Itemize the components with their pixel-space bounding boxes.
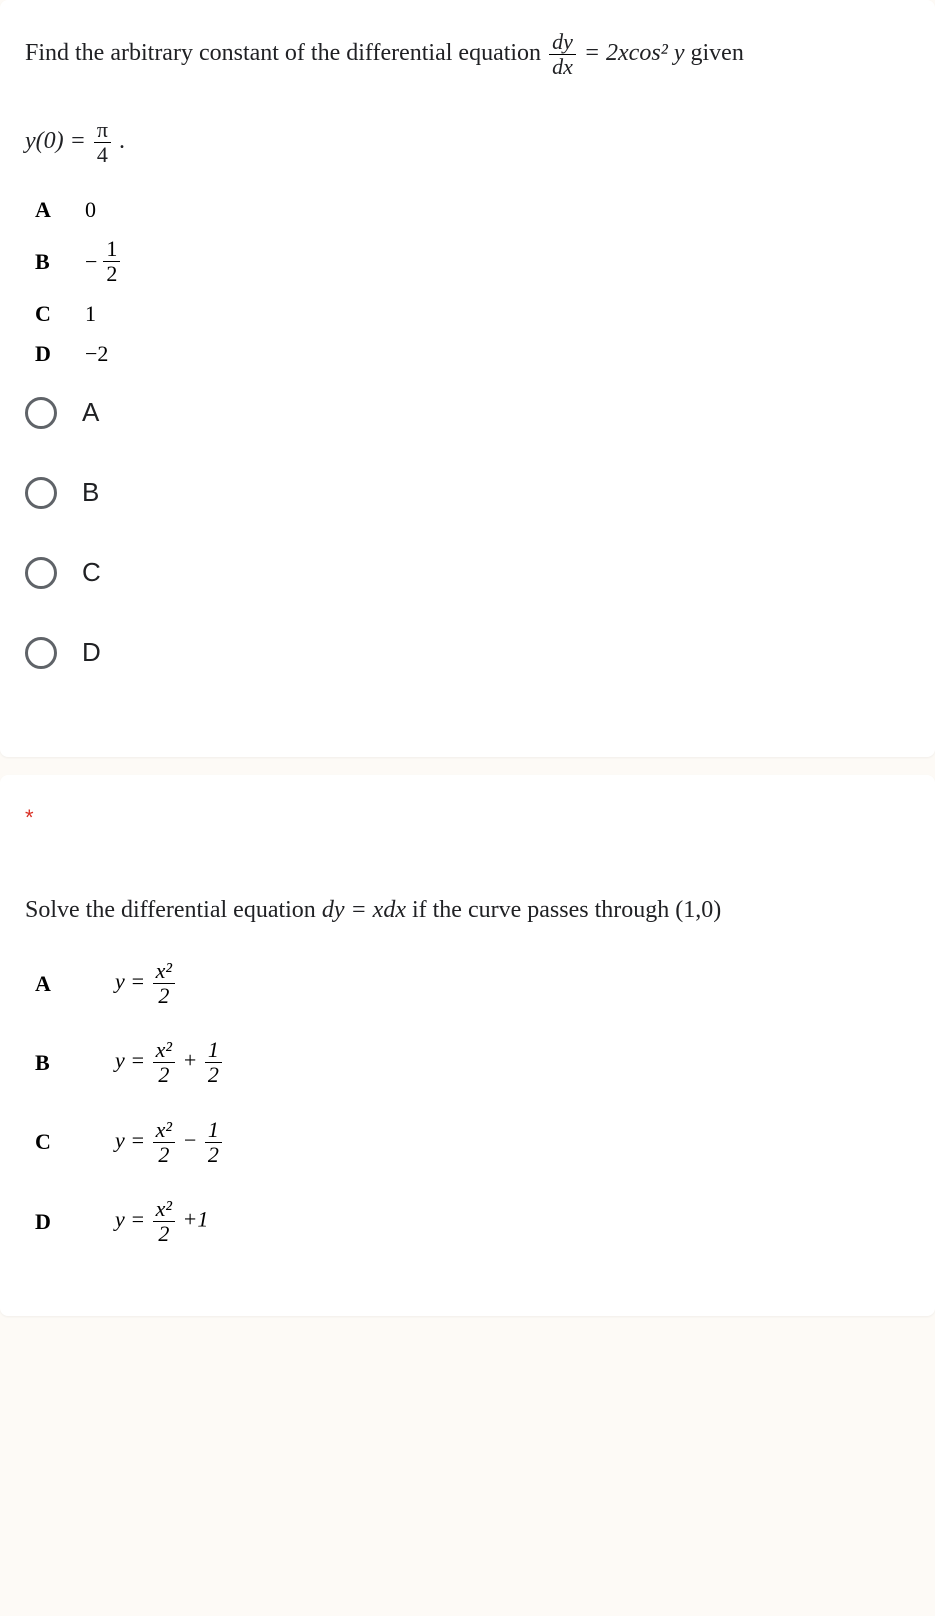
q1-radio-group: A B C D [25,397,910,669]
q2-c-op: − [183,1127,203,1152]
q2-text-1: Solve the differential equation [25,897,322,923]
q2-key-row-a: A y = x² 2 [35,959,910,1008]
q1-key-row-d: D −2 [35,341,910,367]
question-2-prompt: Solve the differential equation dy = xdx… [25,891,910,929]
q2-key-d-letter: D [35,1209,115,1235]
q2-key-b-letter: B [35,1050,115,1076]
q1-key-b-frac: 1 2 [103,237,120,286]
q1-key-d-value: −2 [85,341,108,367]
q1-key-a-letter: A [35,197,85,223]
q1-key-c-letter: C [35,301,85,327]
q2-b-op: + [183,1048,203,1073]
q1-option-a-label: A [82,397,99,428]
question-1-card: Find the arbitrary constant of the diffe… [0,0,935,757]
q2-c-lhs: y = [115,1127,151,1152]
q1-dy: dy [549,30,576,55]
q2-c-frac1: x² 2 [153,1118,175,1167]
q1-frac-dy-dx: dy dx [549,30,576,79]
q1-option-a[interactable]: A [25,397,910,429]
q2-b-frac2: 1 2 [205,1038,222,1087]
q2-key-b-value: y = x² 2 + 1 2 [115,1038,224,1087]
q2-key-c-value: y = x² 2 − 1 2 [115,1118,224,1167]
q1-key-b-letter: B [35,249,85,275]
q1-dx: dx [549,55,576,79]
q1-answer-key: A 0 B − 1 2 C 1 D −2 [35,197,910,366]
q1-option-d-label: D [82,637,101,668]
q1-key-a-value: 0 [85,197,96,223]
q2-key-a-value: y = x² 2 [115,959,177,1008]
q1-key-row-c: C 1 [35,301,910,327]
q1-text-1: Find the arbitrary constant of the diffe… [25,40,547,66]
q2-d-lhs: y = [115,1207,151,1232]
q2-key-row-d: D y = x² 2 +1 [35,1197,910,1246]
q1-dot: . [119,128,125,154]
q1-key-b-num: 1 [103,237,120,262]
q2-c-den2: 2 [205,1143,222,1167]
q2-key-d-value: y = x² 2 +1 [115,1197,208,1246]
q1-option-b-label: B [82,477,99,508]
q2-d-den: 2 [153,1222,175,1246]
q2-d-num: x² [153,1197,175,1222]
q2-b-lhs: y = [115,1048,151,1073]
q1-option-b[interactable]: B [25,477,910,509]
radio-circle-icon [25,637,57,669]
q1-key-b-value: − 1 2 [85,237,122,286]
q2-b-den2: 2 [205,1063,222,1087]
q1-rhs: = 2xcos² y [584,40,685,66]
q2-equation: dy = xdx [322,897,406,923]
q1-key-b-den: 2 [103,262,120,286]
q2-key-row-c: C y = x² 2 − 1 2 [35,1118,910,1167]
q1-key-d-letter: D [35,341,85,367]
q2-d-suffix: +1 [183,1207,209,1232]
q1-key-row-a: A 0 [35,197,910,223]
q2-point: (1,0) [675,897,721,923]
radio-circle-icon [25,477,57,509]
q2-b-den1: 2 [153,1063,175,1087]
q1-option-d[interactable]: D [25,637,910,669]
q2-c-num2: 1 [205,1118,222,1143]
q2-a-num: x² [153,959,175,984]
q1-key-b-neg: − [85,249,97,275]
q2-c-den1: 2 [153,1143,175,1167]
q2-answer-key: A y = x² 2 B y = x² 2 + 1 2 [35,959,910,1247]
q1-key-c-value: 1 [85,301,96,327]
question-1-prompt: Find the arbitrary constant of the diffe… [25,30,910,167]
q1-pi: π [94,118,111,143]
q2-key-row-b: B y = x² 2 + 1 2 [35,1038,910,1087]
q2-c-num1: x² [153,1118,175,1143]
q1-rhs-text: = 2xcos² y [584,40,685,66]
radio-circle-icon [25,397,57,429]
q2-c-frac2: 1 2 [205,1118,222,1167]
required-star: * [25,805,910,831]
q1-init-left: y(0) = [25,128,92,154]
q1-option-c[interactable]: C [25,557,910,589]
q2-key-a-letter: A [35,971,115,997]
q1-option-c-label: C [82,557,101,588]
q2-a-den: 2 [153,984,175,1008]
q2-text-2: if the curve passes through [412,897,675,923]
q2-b-num1: x² [153,1038,175,1063]
question-2-card: * Solve the differential equation dy = x… [0,775,935,1317]
q2-b-frac1: x² 2 [153,1038,175,1087]
q2-key-c-letter: C [35,1129,115,1155]
q2-b-num2: 1 [205,1038,222,1063]
q1-4: 4 [94,143,111,167]
q2-a-frac: x² 2 [153,959,175,1008]
q1-text-2: given [691,40,744,66]
radio-circle-icon [25,557,57,589]
q1-key-row-b: B − 1 2 [35,237,910,286]
q2-d-frac: x² 2 [153,1197,175,1246]
q1-frac-pi4: π 4 [94,118,111,167]
q2-a-lhs: y = [115,969,151,994]
